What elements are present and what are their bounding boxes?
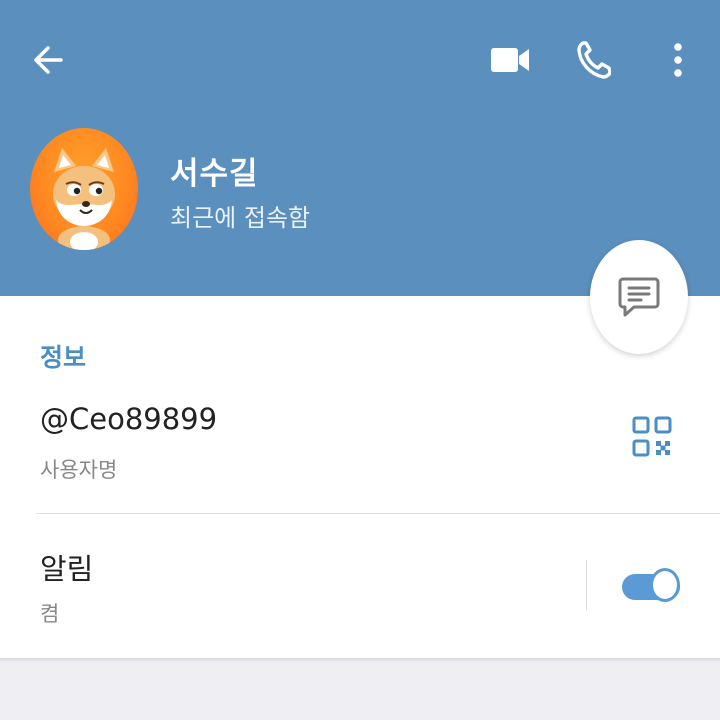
video-camera-icon: [491, 48, 529, 72]
more-vertical-icon: [674, 43, 682, 77]
toggle-knob: [650, 568, 680, 602]
back-button[interactable]: [20, 32, 76, 88]
arrow-left-icon: [34, 46, 63, 74]
shiba-avatar-icon: [53, 148, 115, 250]
message-button[interactable]: [590, 240, 688, 354]
username-value[interactable]: @Ceo89899: [40, 402, 217, 436]
message-icon: [618, 277, 660, 317]
notifications-toggle[interactable]: [620, 566, 684, 606]
avatar[interactable]: [30, 128, 138, 250]
username-label: 사용자명: [40, 458, 118, 482]
more-options-button[interactable]: [656, 32, 700, 88]
phone-icon: [577, 41, 611, 79]
call-button[interactable]: [566, 32, 622, 88]
vertical-divider: [586, 560, 587, 610]
profile-name: 서수길: [170, 156, 259, 192]
last-seen-status: 최근에 접속함: [170, 204, 311, 232]
notifications-title[interactable]: 알림: [40, 546, 93, 588]
qr-code-button[interactable]: [632, 416, 680, 468]
info-card: 정보 @Ceo89899 사용자명 알림 켬: [0, 296, 720, 658]
video-call-button[interactable]: [482, 34, 538, 86]
qr-code-icon: [632, 416, 672, 457]
section-title-info: 정보: [40, 343, 87, 372]
divider: [36, 513, 720, 514]
card-bottom-shadow: [0, 658, 720, 662]
notifications-status: 켬: [40, 602, 60, 626]
